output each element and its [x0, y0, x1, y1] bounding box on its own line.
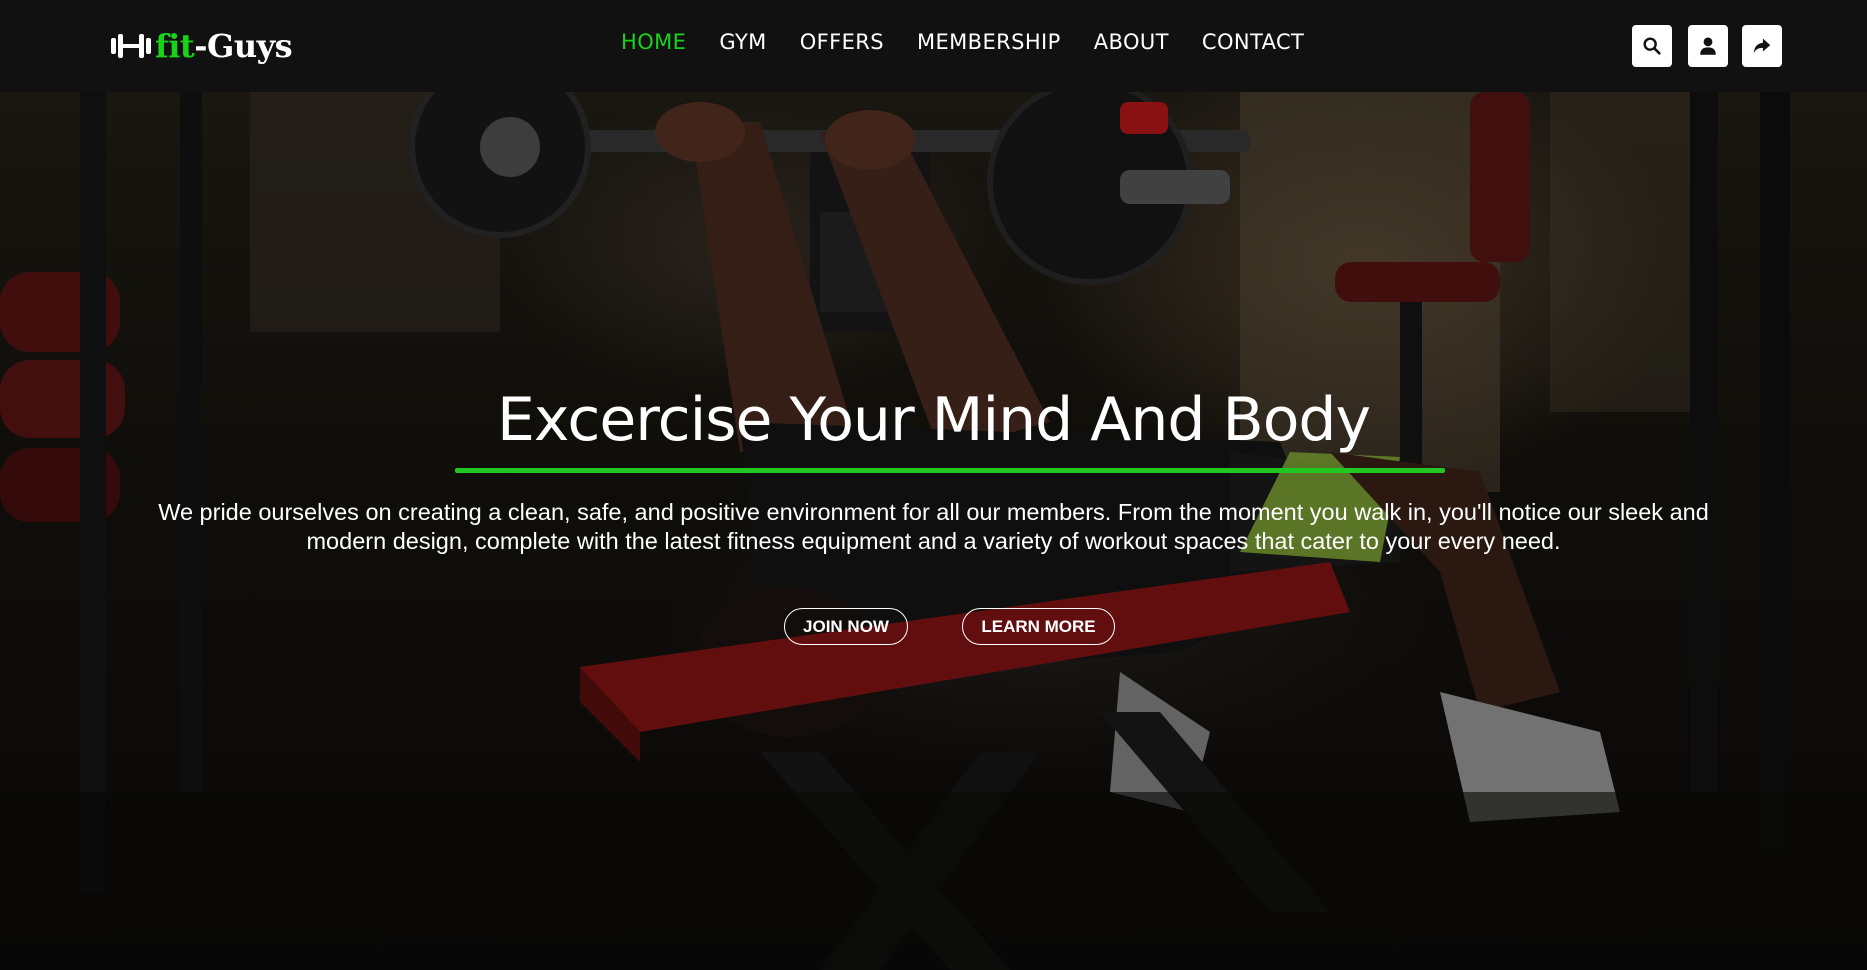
- nav-link-offers[interactable]: OFFERS: [800, 30, 884, 54]
- nav-item-offers: OFFERS: [800, 30, 884, 54]
- hero-title: Excercise Your Mind And Body: [497, 385, 1371, 455]
- nav-link-about[interactable]: ABOUT: [1094, 30, 1169, 54]
- nav-link-home[interactable]: HOME: [621, 30, 686, 54]
- share-button[interactable]: [1742, 25, 1782, 67]
- logo-text: fit-Guys: [155, 27, 293, 65]
- nav-link-contact[interactable]: CONTACT: [1202, 30, 1304, 54]
- nav-link-gym[interactable]: GYM: [719, 30, 766, 54]
- nav-item-contact: CONTACT: [1202, 30, 1304, 54]
- dumbbell-icon: [111, 34, 151, 58]
- hero-description: We pride ourselves on creating a clean, …: [158, 499, 1709, 554]
- main-nav: HOME GYM OFFERS MEMBERSHIP ABOUT CONTACT: [621, 30, 1304, 54]
- join-now-button[interactable]: JOIN NOW: [784, 608, 908, 645]
- nav-item-about: ABOUT: [1094, 30, 1169, 54]
- nav-item-gym: GYM: [719, 30, 766, 54]
- share-icon: [1753, 38, 1771, 54]
- logo-rest-text: -Guys: [194, 27, 293, 65]
- learn-more-button[interactable]: LEARN MORE: [962, 608, 1115, 645]
- nav-item-membership: MEMBERSHIP: [917, 30, 1061, 54]
- search-button[interactable]: [1632, 25, 1672, 67]
- account-button[interactable]: [1688, 25, 1728, 67]
- nav-link-membership[interactable]: MEMBERSHIP: [917, 30, 1061, 54]
- search-icon: [1643, 37, 1661, 55]
- logo-accent-text: fit: [155, 27, 195, 65]
- user-icon: [1700, 37, 1716, 55]
- hero-title-underline: [455, 468, 1445, 473]
- site-header: fit-Guys HOME GYM OFFERS MEMBERSHIP ABOU…: [0, 0, 1867, 92]
- site-logo[interactable]: fit-Guys: [111, 24, 293, 68]
- nav-item-home: HOME: [621, 30, 686, 54]
